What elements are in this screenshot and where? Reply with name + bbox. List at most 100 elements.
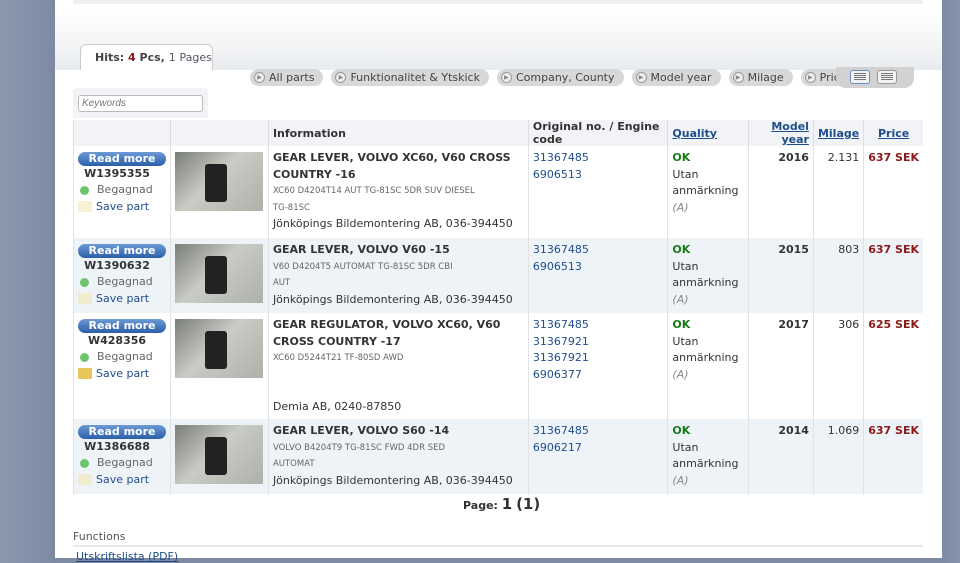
print-list-pdf-link[interactable]: Utskriftslista (PDF) bbox=[76, 550, 178, 563]
folder-add-icon bbox=[78, 368, 92, 380]
model-year: 2015 bbox=[748, 238, 814, 313]
sort-price-link[interactable]: Price bbox=[878, 127, 909, 140]
quality-status: OK bbox=[672, 243, 691, 256]
table-row: Read more W428356 Begagnad Save part GEA… bbox=[73, 313, 923, 419]
quality-grade: (A) bbox=[672, 200, 689, 214]
part-title: GEAR REGULATOR, VOLVO XC60, V60 CROSS CO… bbox=[272, 318, 501, 348]
original-number-link[interactable]: 6906217 bbox=[533, 440, 664, 457]
original-number-link[interactable]: 31367921 bbox=[533, 350, 664, 367]
quality-status: OK bbox=[672, 151, 691, 164]
save-part-label: Save part bbox=[96, 199, 150, 213]
sort-quality-link[interactable]: Quality bbox=[672, 127, 717, 140]
filter-label: Funktionalitet & Ytskick bbox=[350, 71, 480, 84]
folder-add-icon bbox=[78, 474, 92, 486]
read-more-button[interactable]: Read more bbox=[78, 319, 166, 333]
original-number-link[interactable]: 6906513 bbox=[533, 167, 664, 184]
compact-view-icon[interactable] bbox=[877, 70, 897, 84]
part-spec: XC60 D4204T14 AUT TG-81SC 5DR SUV DIESEL bbox=[272, 186, 475, 196]
col-model-year: Model year bbox=[748, 120, 814, 146]
status-dot-icon bbox=[80, 352, 89, 362]
list-view-icon[interactable] bbox=[850, 70, 870, 84]
read-more-button[interactable]: Read more bbox=[78, 425, 166, 439]
play-icon: ▶ bbox=[804, 72, 816, 83]
original-cell: 31367485 6906513 bbox=[527, 146, 668, 238]
condition-label: Begagnad bbox=[97, 456, 153, 469]
sort-milage-link[interactable]: Milage bbox=[818, 127, 859, 140]
information-cell: GEAR REGULATOR, VOLVO XC60, V60 CROSS CO… bbox=[267, 313, 529, 419]
table-row: Read more W1395355 Begagnad Save part GE… bbox=[73, 146, 923, 238]
hits-count: 4 bbox=[128, 51, 136, 64]
part-title: GEAR LEVER, VOLVO XC60, V60 CROSS COUNTR… bbox=[272, 151, 511, 181]
original-number-link[interactable]: 31367921 bbox=[533, 334, 664, 351]
col-information: Information bbox=[267, 120, 529, 146]
original-number-link[interactable]: 31367485 bbox=[533, 423, 664, 440]
sort-milage[interactable]: ▶ Milage bbox=[728, 69, 793, 86]
part-id: W428356 bbox=[87, 334, 147, 347]
part-title: GEAR LEVER, VOLVO V60 -15 bbox=[272, 243, 450, 256]
pagination: Page: 1 (1) bbox=[463, 495, 540, 513]
part-thumbnail[interactable] bbox=[175, 319, 263, 378]
read-more-button[interactable]: Read more bbox=[78, 152, 166, 166]
save-part-button[interactable]: Save part bbox=[78, 199, 166, 216]
hits-tab[interactable]: Hits: 4 Pcs, 1 Pages bbox=[80, 44, 213, 70]
company: Jönköpings Bildemontering AB, 036-394450 bbox=[272, 292, 513, 306]
part-title: GEAR LEVER, VOLVO S60 -14 bbox=[272, 424, 450, 437]
company: Demia AB, 0240-87850 bbox=[272, 399, 402, 413]
sort-model-year-link[interactable]: Model year bbox=[771, 120, 809, 146]
original-number-link[interactable]: 6906513 bbox=[533, 259, 664, 276]
col-milage: Milage bbox=[812, 120, 864, 146]
status-dot-icon bbox=[80, 185, 89, 195]
model-year: 2014 bbox=[748, 419, 814, 494]
information-cell: GEAR LEVER, VOLVO XC60, V60 CROSS COUNTR… bbox=[267, 146, 529, 238]
original-number-link[interactable]: 31367485 bbox=[533, 242, 664, 259]
model-year: 2016 bbox=[748, 146, 814, 238]
filter-label: Model year bbox=[650, 71, 712, 84]
part-id: W1386688 bbox=[84, 440, 150, 453]
keywords-input[interactable] bbox=[78, 95, 203, 112]
part-spec-2: TG-81SC bbox=[272, 202, 310, 213]
part-thumbnail[interactable] bbox=[175, 152, 263, 211]
col-quality: Quality bbox=[667, 120, 749, 146]
sort-funktionalitet[interactable]: ▶ Funktionalitet & Ytskick bbox=[331, 69, 489, 86]
price: 637 SEK bbox=[863, 419, 923, 494]
condition-label: Begagnad bbox=[97, 350, 153, 363]
table-row: Read more W1386688 Begagnad Save part GE… bbox=[73, 419, 923, 494]
view-toggle bbox=[836, 67, 914, 88]
save-part-button[interactable]: Save part bbox=[78, 291, 166, 308]
quality-grade: (A) bbox=[672, 473, 689, 487]
original-number-link[interactable]: 6906377 bbox=[533, 367, 664, 384]
read-more-button[interactable]: Read more bbox=[78, 244, 166, 258]
page-current[interactable]: 1 bbox=[502, 495, 512, 513]
sort-filters: ▶ All parts ▶ Funktionalitet & Ytskick ▶ Co… bbox=[250, 69, 856, 86]
action-cell: Read more W1386688 Begagnad Save part bbox=[73, 419, 171, 494]
condition: Begagnad bbox=[78, 455, 166, 472]
quality-cell: OK Utan anmärkning (A) bbox=[667, 419, 749, 494]
part-spec-2 bbox=[273, 367, 524, 383]
original-number-link[interactable]: 31367485 bbox=[533, 150, 664, 167]
milage: 2.131 bbox=[812, 146, 864, 238]
quality-cell: OK Utan anmärkning (A) bbox=[667, 238, 749, 313]
play-icon: ▶ bbox=[635, 72, 647, 83]
original-number-link[interactable]: 31367485 bbox=[533, 317, 664, 334]
price: 637 SEK bbox=[863, 146, 923, 238]
save-part-button[interactable]: Save part bbox=[78, 366, 166, 383]
folder-add-icon bbox=[78, 201, 92, 213]
company: Jönköpings Bildemontering AB, 036-394450 bbox=[272, 217, 513, 230]
sort-model-year[interactable]: ▶ Model year bbox=[631, 69, 721, 86]
part-spec: V60 D4204T5 AUTOMAT TG-81SC 5DR CBI bbox=[272, 261, 453, 272]
page-total: (1) bbox=[516, 495, 541, 513]
quality-text: Utan anmärkning bbox=[672, 334, 739, 365]
quality-status: OK bbox=[672, 318, 691, 331]
milage: 803 bbox=[812, 238, 864, 313]
filter-label: All parts bbox=[269, 71, 315, 84]
sort-all-parts[interactable]: ▶ All parts bbox=[250, 69, 324, 86]
original-cell: 31367485 6906217 bbox=[527, 419, 668, 494]
part-thumbnail[interactable] bbox=[175, 425, 263, 484]
condition: Begagnad bbox=[78, 274, 166, 291]
milage: 1.069 bbox=[812, 419, 864, 494]
play-icon: ▶ bbox=[732, 72, 744, 83]
part-thumbnail[interactable] bbox=[175, 244, 263, 303]
sort-company[interactable]: ▶ Company, County bbox=[496, 69, 624, 86]
col-original-no: Original no. / Engine code bbox=[527, 120, 668, 146]
save-part-button[interactable]: Save part bbox=[78, 472, 166, 489]
